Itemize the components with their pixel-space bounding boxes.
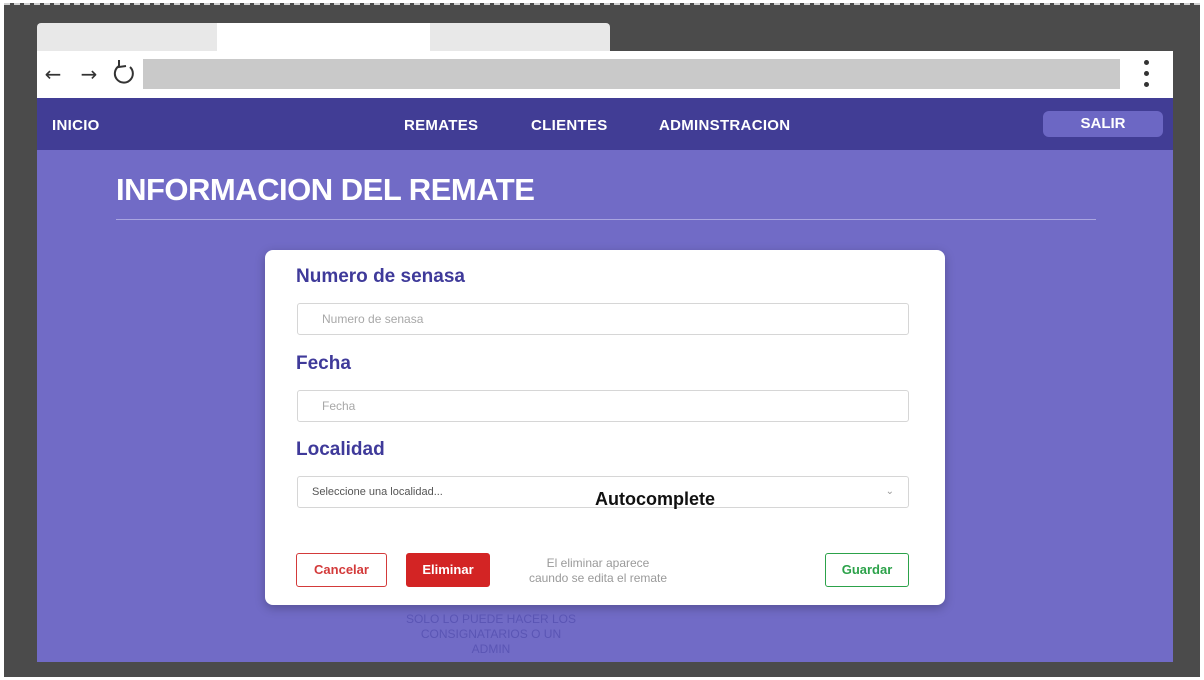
senasa-label: Numero de senasa (296, 266, 465, 287)
fecha-label: Fecha (296, 353, 351, 374)
permission-note-line: SOLO LO PUEDE HACER LOS (405, 612, 577, 626)
permission-note-line: ADMIN (471, 642, 511, 656)
title-divider (116, 219, 1096, 220)
forward-arrow-icon[interactable]: → (78, 59, 100, 89)
localidad-placeholder: Seleccione una localidad... (312, 486, 443, 498)
app-viewport: INICIO REMATES CLIENTES ADMINSTRACION SA… (37, 98, 1173, 662)
browser-tab[interactable] (37, 23, 217, 51)
logout-button[interactable]: SALIR (1043, 111, 1163, 137)
save-button[interactable]: Guardar (825, 553, 909, 587)
permission-note: SOLO LO PUEDE HACER LOS CONSIGNATARIOS O… (391, 612, 591, 657)
delete-note-line: El eliminar aparece (546, 556, 650, 570)
nav-remates[interactable]: REMATES (404, 98, 478, 150)
browser-menu-icon[interactable] (1136, 56, 1156, 92)
back-arrow-icon[interactable]: ← (42, 59, 64, 89)
cancel-button[interactable]: Cancelar (296, 553, 387, 587)
senasa-input[interactable]: Numero de senasa (297, 303, 909, 335)
delete-note-line: caundo se edita el remate (528, 571, 668, 585)
top-navbar: INICIO REMATES CLIENTES ADMINSTRACION SA… (37, 98, 1173, 150)
nav-clientes[interactable]: CLIENTES (531, 98, 608, 150)
localidad-label: Localidad (296, 439, 385, 460)
browser-tab-active[interactable] (217, 23, 430, 51)
nav-inicio[interactable]: INICIO (52, 98, 100, 150)
fecha-input[interactable]: Fecha (297, 390, 909, 422)
address-bar[interactable] (143, 59, 1120, 89)
reload-icon[interactable] (110, 58, 138, 88)
page-title: INFORMACION DEL REMATE (116, 172, 535, 207)
remate-form-card: Numero de senasa Numero de senasa Fecha … (265, 250, 945, 605)
delete-button[interactable]: Eliminar (406, 553, 490, 587)
autocomplete-annotation: Autocomplete (595, 489, 716, 509)
permission-note-line: CONSIGNATARIOS O UN (420, 627, 562, 641)
browser-tab[interactable] (430, 23, 610, 51)
chevron-down-icon[interactable]: ⌄ (886, 477, 894, 507)
nav-administracion[interactable]: ADMINSTRACION (659, 98, 790, 150)
localidad-select[interactable]: Seleccione una localidad... Autocomplete… (297, 476, 909, 509)
delete-note: El eliminar aparece caundo se edita el r… (508, 556, 688, 586)
